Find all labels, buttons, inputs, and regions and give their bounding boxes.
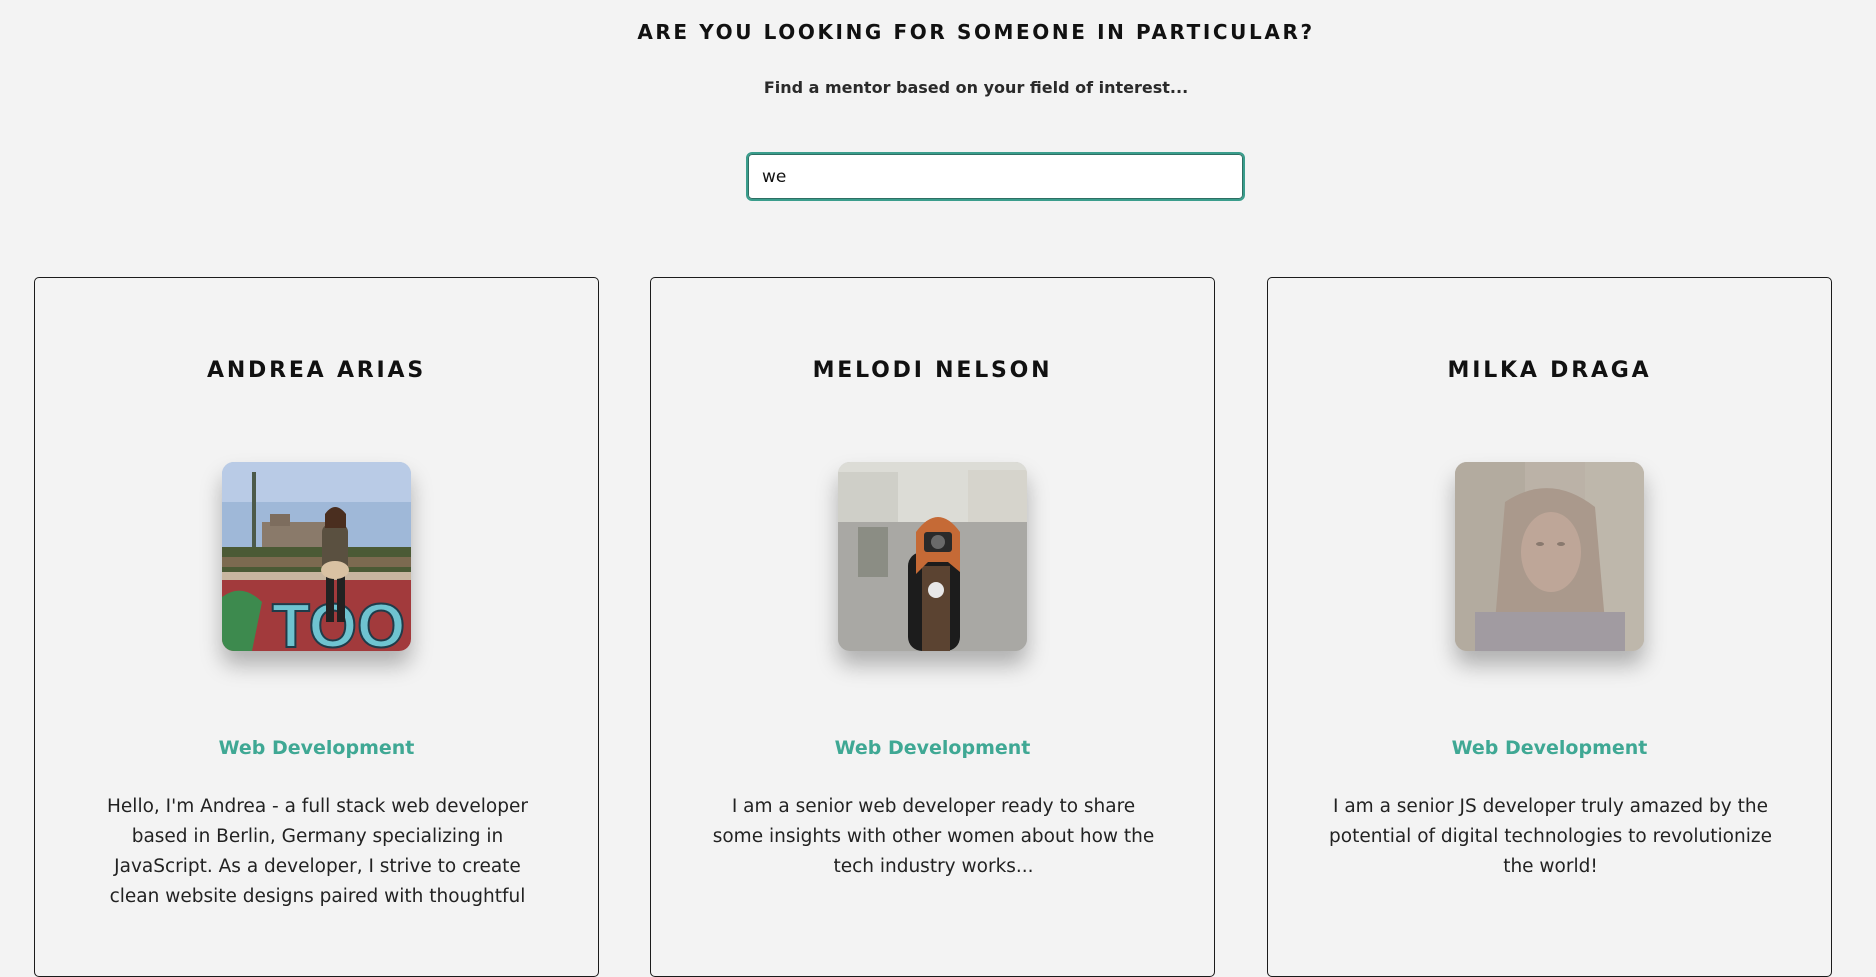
search-container [746, 152, 1245, 201]
page-subtitle: Find a mentor based on your field of int… [763, 78, 1189, 97]
search-input[interactable] [746, 152, 1245, 201]
mentor-photo [838, 462, 1027, 651]
mentor-bio: I am a senior JS developer truly amazed … [1329, 796, 1772, 877]
mentor-card[interactable]: MELODI NELSON Web Development I am a sen… [650, 277, 1215, 977]
mentor-bio: I am a senior web developer ready to sha… [712, 796, 1155, 877]
page-title: ARE YOU LOOKING FOR SOMEONE IN PARTICULA… [637, 20, 1315, 44]
mentor-field: Web Development [218, 737, 415, 759]
mentor-photo: TOO [222, 462, 411, 651]
mentor-photo [1455, 462, 1644, 651]
mentor-field: Web Development [1451, 737, 1648, 759]
mentor-name: MELODI NELSON [812, 358, 1053, 383]
mentor-name: ANDREA ARIAS [207, 358, 426, 383]
mentor-name: MILKA DRAGA [1447, 358, 1652, 383]
mentor-bio: Hello, I'm Andrea - a full stack web dev… [107, 796, 528, 907]
mentor-card[interactable]: MILKA DRAGA Web Development I am a senio… [1267, 277, 1832, 977]
mentor-card[interactable]: ANDREA ARIAS TOO Web Development Hello, … [34, 277, 599, 977]
mentor-field: Web Development [834, 737, 1031, 759]
